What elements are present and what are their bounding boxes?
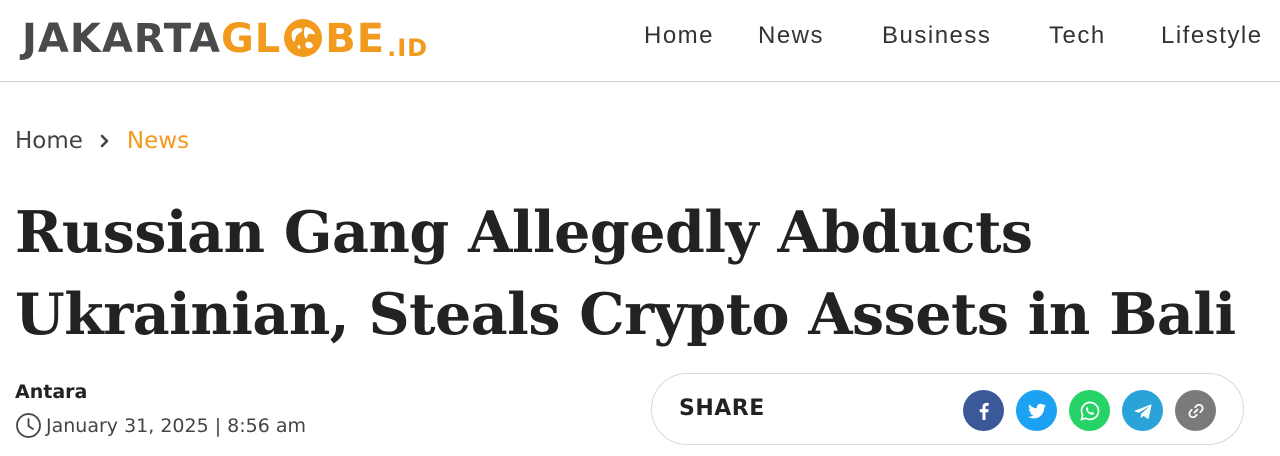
- article-headline: Russian Gang Allegedly Abducts Ukrainian…: [15, 192, 1265, 356]
- article-date: January 31, 2025 | 8:56 am: [46, 414, 307, 437]
- share-whatsapp-button[interactable]: [1069, 390, 1110, 431]
- clock-icon: [16, 413, 41, 438]
- article-dateline: January 31, 2025 | 8:56 am: [15, 412, 306, 439]
- nav-item-business[interactable]: Business: [882, 22, 991, 50]
- breadcrumb: Home News: [15, 126, 189, 156]
- logo-wordmark: JAKARTAGL BE.ID: [22, 16, 428, 67]
- article-author[interactable]: Antara: [15, 381, 87, 403]
- site-logo[interactable]: JAKARTAGL BE.ID: [22, 16, 428, 67]
- share-facebook-button[interactable]: [963, 390, 1004, 431]
- breadcrumb-home-link[interactable]: Home: [15, 128, 83, 154]
- logo-suffix: .ID: [387, 33, 429, 62]
- share-telegram-button[interactable]: [1122, 390, 1163, 431]
- copy-link-button[interactable]: [1175, 390, 1216, 431]
- logo-globe-text-end: BE: [325, 15, 386, 62]
- share-twitter-button[interactable]: [1016, 390, 1057, 431]
- link-icon: [1187, 403, 1204, 418]
- facebook-icon: [979, 402, 989, 420]
- site-header: JAKARTAGL BE.ID Home News Business Tech …: [0, 0, 1280, 82]
- globe-icon: [284, 18, 323, 57]
- headline-line-2: Ukrainian, Steals Crypto Assets in Bali: [15, 281, 1236, 348]
- breadcrumb-news-link[interactable]: News: [127, 128, 189, 154]
- nav-item-lifestyle[interactable]: Lifestyle: [1161, 22, 1263, 50]
- share-bar: SHARE: [651, 373, 1244, 445]
- logo-globe-text-start: GL: [220, 15, 282, 62]
- whatsapp-icon: [1079, 401, 1099, 421]
- nav-item-tech[interactable]: Tech: [1049, 22, 1106, 50]
- headline-line-1: Russian Gang Allegedly Abducts: [15, 199, 1033, 266]
- share-label: SHARE: [679, 396, 765, 421]
- telegram-icon: [1134, 404, 1151, 419]
- logo-jakarta: JAKARTA: [22, 15, 221, 62]
- nav-item-news[interactable]: News: [758, 22, 824, 50]
- chevron-right-icon: [100, 134, 109, 148]
- twitter-icon: [1027, 403, 1046, 418]
- nav-item-home[interactable]: Home: [644, 22, 714, 50]
